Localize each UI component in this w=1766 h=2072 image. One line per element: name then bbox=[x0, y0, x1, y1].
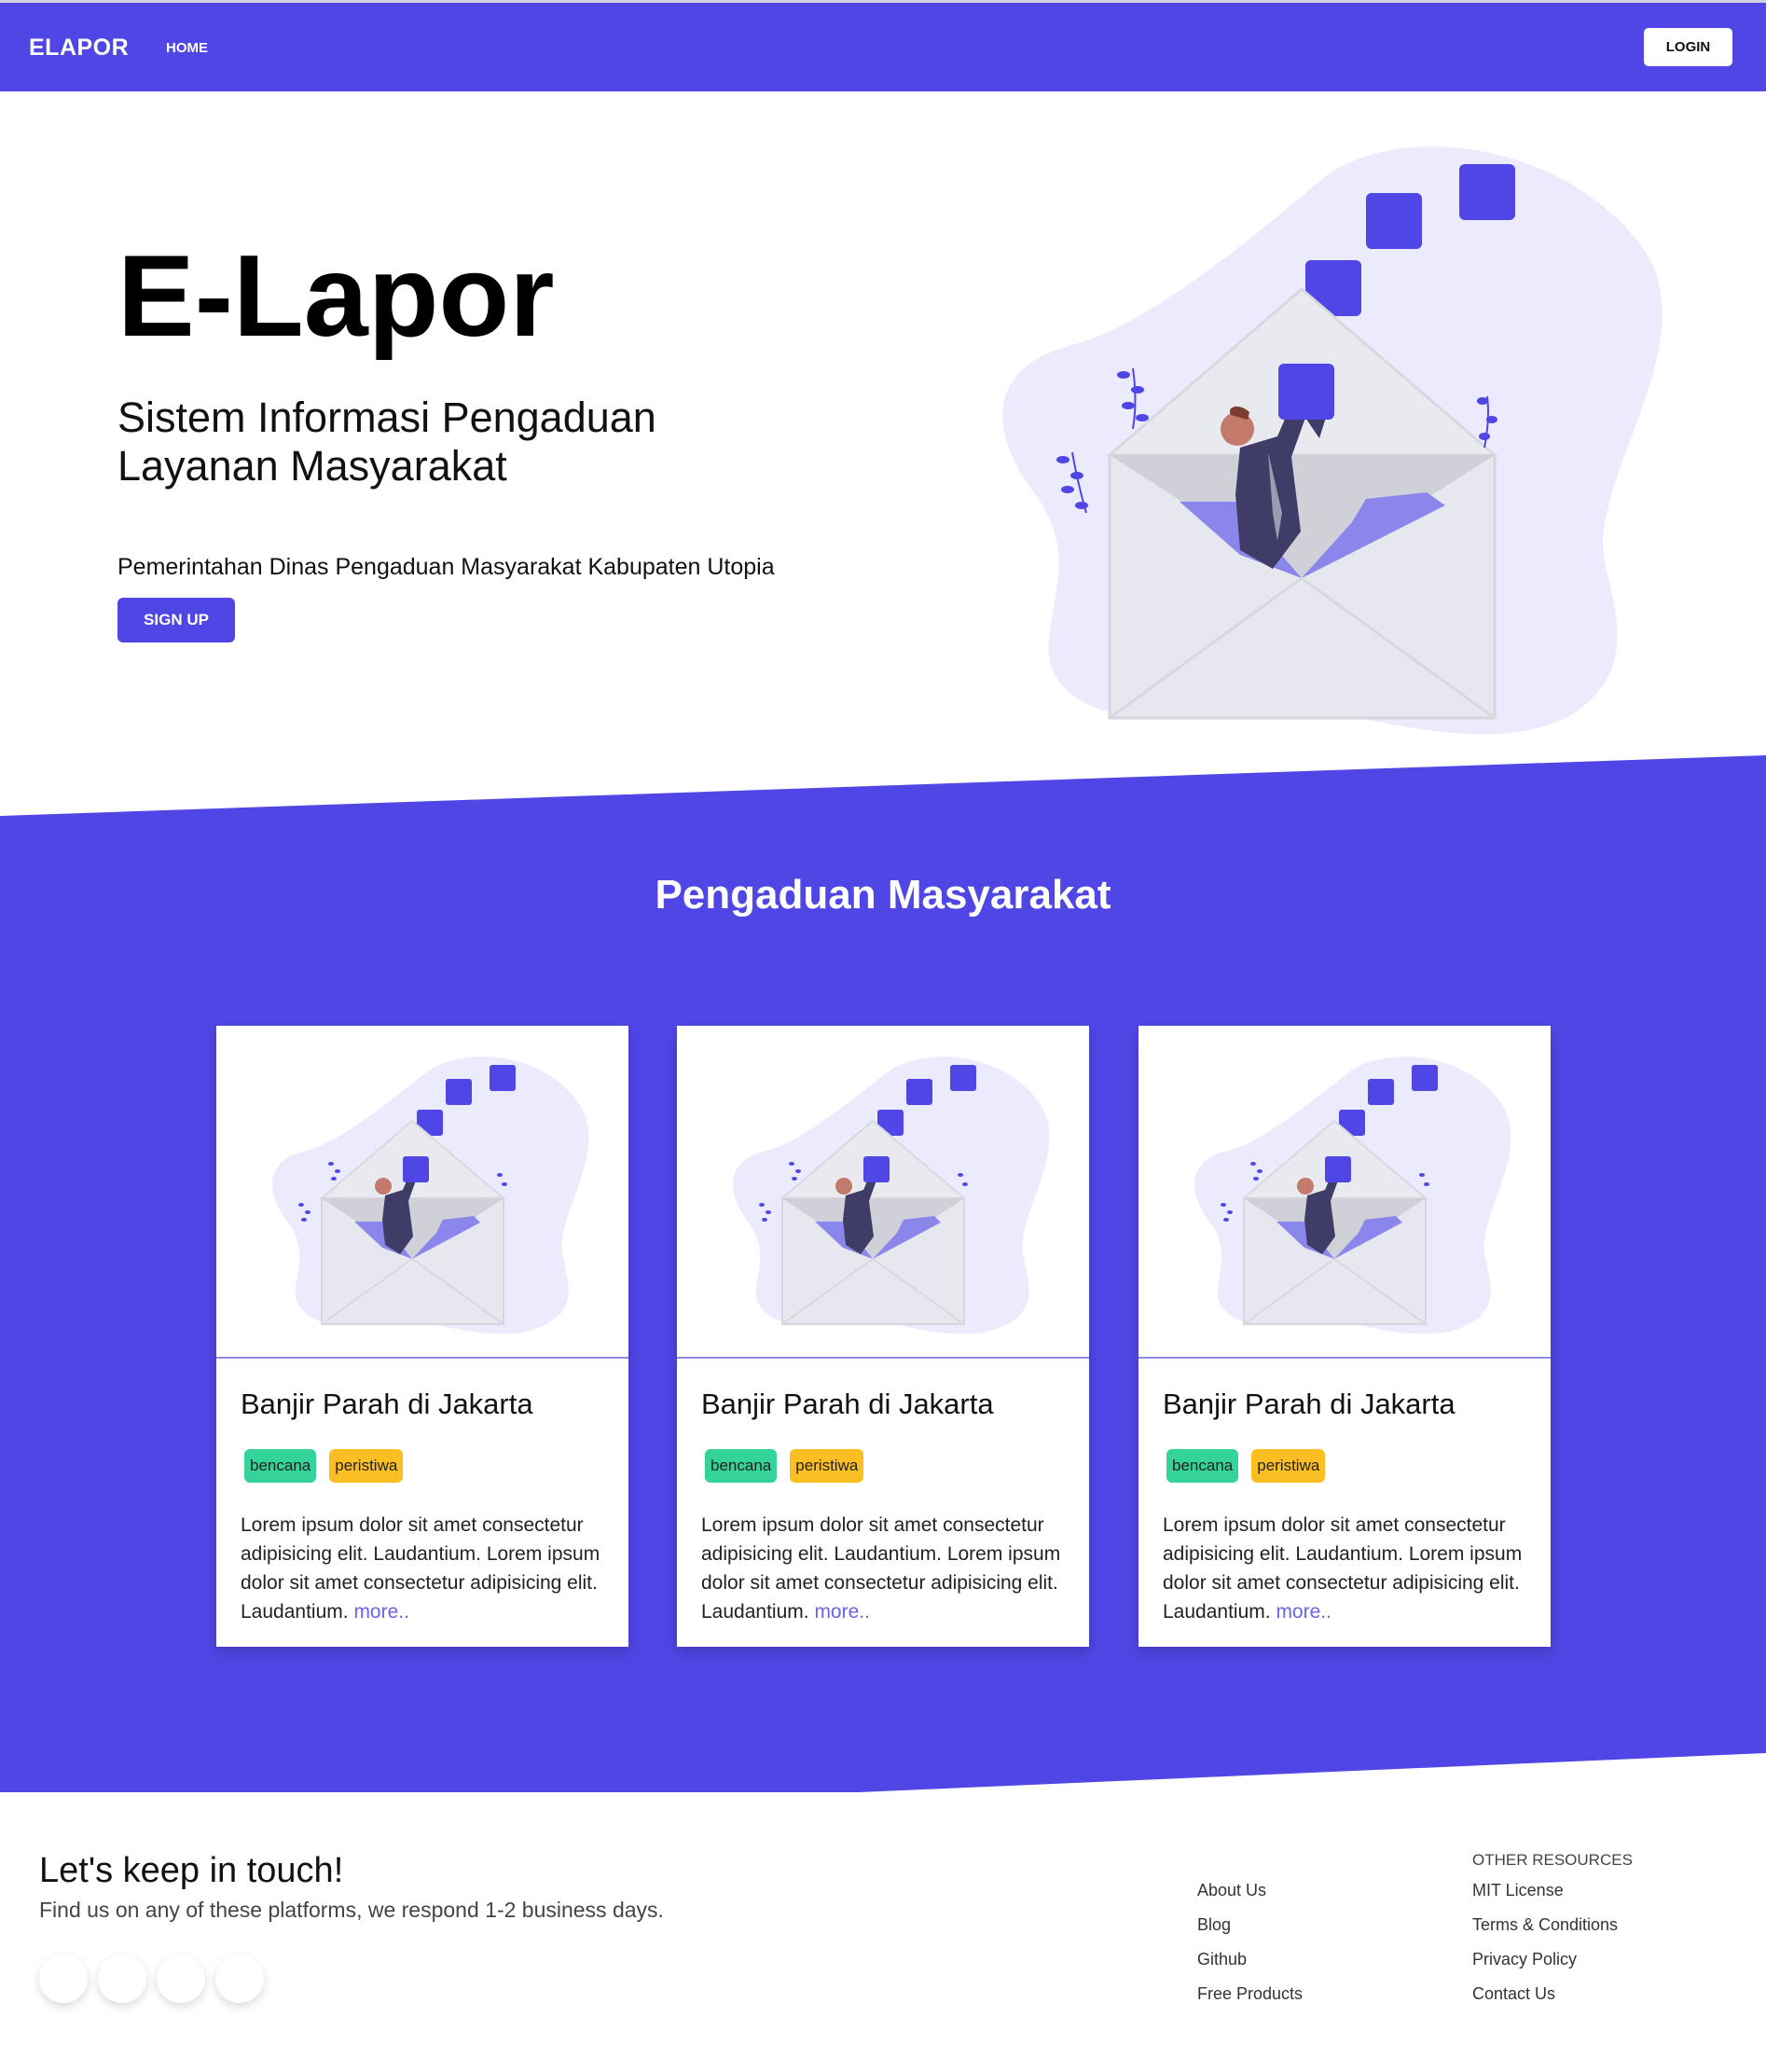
card-text: Lorem ipsum dolor sit amet consectetur a… bbox=[701, 1514, 1061, 1623]
card-image bbox=[677, 1026, 1089, 1359]
footer-link-privacy[interactable]: Privacy Policy bbox=[1472, 1950, 1618, 1984]
hero-title: E-Lapor bbox=[117, 232, 555, 361]
tag-badge[interactable]: peristiwa bbox=[1251, 1449, 1326, 1483]
tag-badge[interactable]: bencana bbox=[705, 1449, 778, 1483]
envelope-man-illustration bbox=[272, 1057, 589, 1333]
footer-link-about[interactable]: About Us bbox=[1197, 1881, 1303, 1915]
tag-badge[interactable]: peristiwa bbox=[329, 1449, 404, 1483]
complaint-card[interactable]: Banjir Parah di Jakarta bencana peristiw… bbox=[216, 1026, 628, 1647]
read-more-link[interactable]: more.. bbox=[814, 1601, 870, 1623]
card-description: Lorem ipsum dolor sit amet consectetur a… bbox=[1163, 1511, 1532, 1626]
social-button-3[interactable] bbox=[157, 1955, 205, 2003]
footer-link-blog[interactable]: Blog bbox=[1197, 1915, 1303, 1950]
footer-title: Let's keep in touch! bbox=[39, 1851, 344, 1890]
footer-link-contact[interactable]: Contact Us bbox=[1472, 1984, 1618, 2019]
envelope-man-illustration bbox=[733, 1057, 1050, 1333]
navbar: ELAPOR HOME LOGIN bbox=[0, 3, 1766, 91]
footer-link-terms[interactable]: Terms & Conditions bbox=[1472, 1915, 1618, 1950]
login-button[interactable]: LOGIN bbox=[1644, 28, 1732, 66]
section-title: Pengaduan Masyarakat bbox=[655, 872, 1111, 918]
read-more-link[interactable]: more.. bbox=[1276, 1601, 1331, 1623]
hero-subtitle: Sistem Informasi Pengaduan Layanan Masya… bbox=[117, 394, 656, 490]
card-tags: bencana peristiwa bbox=[705, 1449, 864, 1483]
hero-description: Pemerintahan Dinas Pengaduan Masyarakat … bbox=[117, 554, 775, 580]
card-title[interactable]: Banjir Parah di Jakarta bbox=[1163, 1388, 1456, 1421]
complaint-card[interactable]: Banjir Parah di Jakarta bencana peristiw… bbox=[677, 1026, 1089, 1647]
complaint-card[interactable]: Banjir Parah di Jakarta bencana peristiw… bbox=[1138, 1026, 1551, 1647]
read-more-link[interactable]: more.. bbox=[353, 1601, 409, 1623]
card-description: Lorem ipsum dolor sit amet consectetur a… bbox=[701, 1511, 1070, 1626]
social-button-4[interactable] bbox=[215, 1955, 264, 2003]
card-text: Lorem ipsum dolor sit amet consectetur a… bbox=[241, 1514, 600, 1623]
card-description: Lorem ipsum dolor sit amet consectetur a… bbox=[241, 1511, 610, 1626]
footer-link-mit-license[interactable]: MIT License bbox=[1472, 1881, 1618, 1915]
footer-link-github[interactable]: Github bbox=[1197, 1950, 1303, 1984]
tag-badge[interactable]: bencana bbox=[244, 1449, 317, 1483]
other-resources-heading: OTHER RESOURCES bbox=[1472, 1851, 1633, 1869]
social-button-1[interactable] bbox=[39, 1955, 88, 2003]
tag-badge[interactable]: peristiwa bbox=[790, 1449, 864, 1483]
card-tags: bencana peristiwa bbox=[244, 1449, 404, 1483]
footer-subtitle: Find us on any of these platforms, we re… bbox=[39, 1898, 664, 1922]
other-resources-links: MIT License Terms & Conditions Privacy P… bbox=[1472, 1881, 1618, 2019]
card-image bbox=[1138, 1026, 1551, 1359]
card-title[interactable]: Banjir Parah di Jakarta bbox=[701, 1388, 994, 1421]
card-title[interactable]: Banjir Parah di Jakarta bbox=[241, 1388, 533, 1421]
signup-button[interactable]: SIGN UP bbox=[117, 598, 235, 642]
card-tags: bencana peristiwa bbox=[1166, 1449, 1326, 1483]
card-image bbox=[216, 1026, 628, 1359]
envelope-man-illustration bbox=[1194, 1057, 1511, 1333]
social-button-2[interactable] bbox=[98, 1955, 146, 2003]
envelope-man-illustration bbox=[1002, 146, 1663, 735]
footer-link-free-products[interactable]: Free Products bbox=[1197, 1984, 1303, 2019]
nav-home-link[interactable]: HOME bbox=[166, 40, 208, 56]
footer-links: About Us Blog Github Free Products bbox=[1197, 1881, 1303, 2019]
card-text: Lorem ipsum dolor sit amet consectetur a… bbox=[1163, 1514, 1523, 1623]
brand-logo[interactable]: ELAPOR bbox=[29, 35, 129, 62]
tag-badge[interactable]: bencana bbox=[1166, 1449, 1239, 1483]
